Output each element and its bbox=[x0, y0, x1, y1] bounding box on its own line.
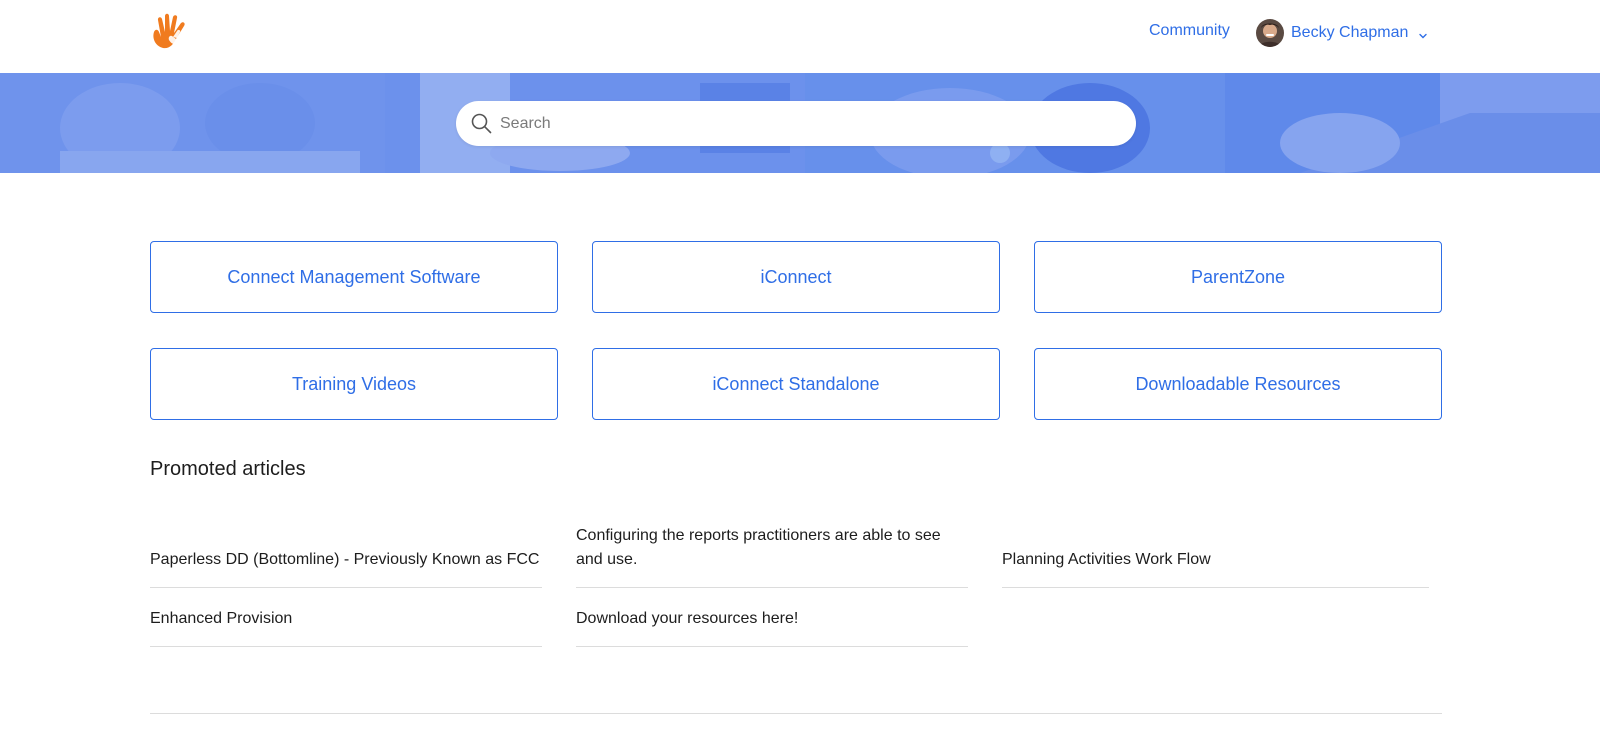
category-iconnect-standalone[interactable]: iConnect Standalone bbox=[592, 348, 1000, 420]
promoted-articles-heading: Promoted articles bbox=[150, 458, 306, 480]
user-name: Becky Chapman bbox=[1291, 24, 1409, 41]
category-connect-management-software[interactable]: Connect Management Software bbox=[150, 241, 558, 313]
search-input[interactable] bbox=[500, 101, 1120, 146]
promoted-article-link[interactable]: Enhanced Provision bbox=[150, 588, 542, 647]
search-icon bbox=[471, 113, 492, 134]
category-iconnect[interactable]: iConnect bbox=[592, 241, 1000, 313]
category-blocks: Connect Management Software iConnect Par… bbox=[150, 241, 1442, 420]
site-header: Community Becky Chapman bbox=[0, 0, 1600, 73]
promoted-article-link[interactable]: Configuring the reports practitioners ar… bbox=[576, 510, 968, 588]
community-link[interactable]: Community bbox=[1149, 22, 1230, 40]
category-parentzone[interactable]: ParentZone bbox=[1034, 241, 1442, 313]
category-downloadable-resources[interactable]: Downloadable Resources bbox=[1034, 348, 1442, 420]
promoted-articles-list: Paperless DD (Bottomline) - Previously K… bbox=[150, 510, 1430, 647]
promoted-article-link[interactable]: Download your resources here! bbox=[576, 588, 968, 647]
footer-divider bbox=[150, 713, 1442, 714]
promoted-article-link[interactable]: Paperless DD (Bottomline) - Previously K… bbox=[150, 510, 542, 588]
category-training-videos[interactable]: Training Videos bbox=[150, 348, 558, 420]
chevron-down-icon bbox=[1418, 28, 1428, 39]
hand-logo-icon[interactable] bbox=[149, 10, 193, 52]
avatar bbox=[1256, 19, 1284, 47]
user-menu[interactable]: Becky Chapman bbox=[1256, 19, 1428, 47]
promoted-article-link[interactable]: Planning Activities Work Flow bbox=[1002, 510, 1429, 588]
search-bar bbox=[456, 101, 1136, 146]
